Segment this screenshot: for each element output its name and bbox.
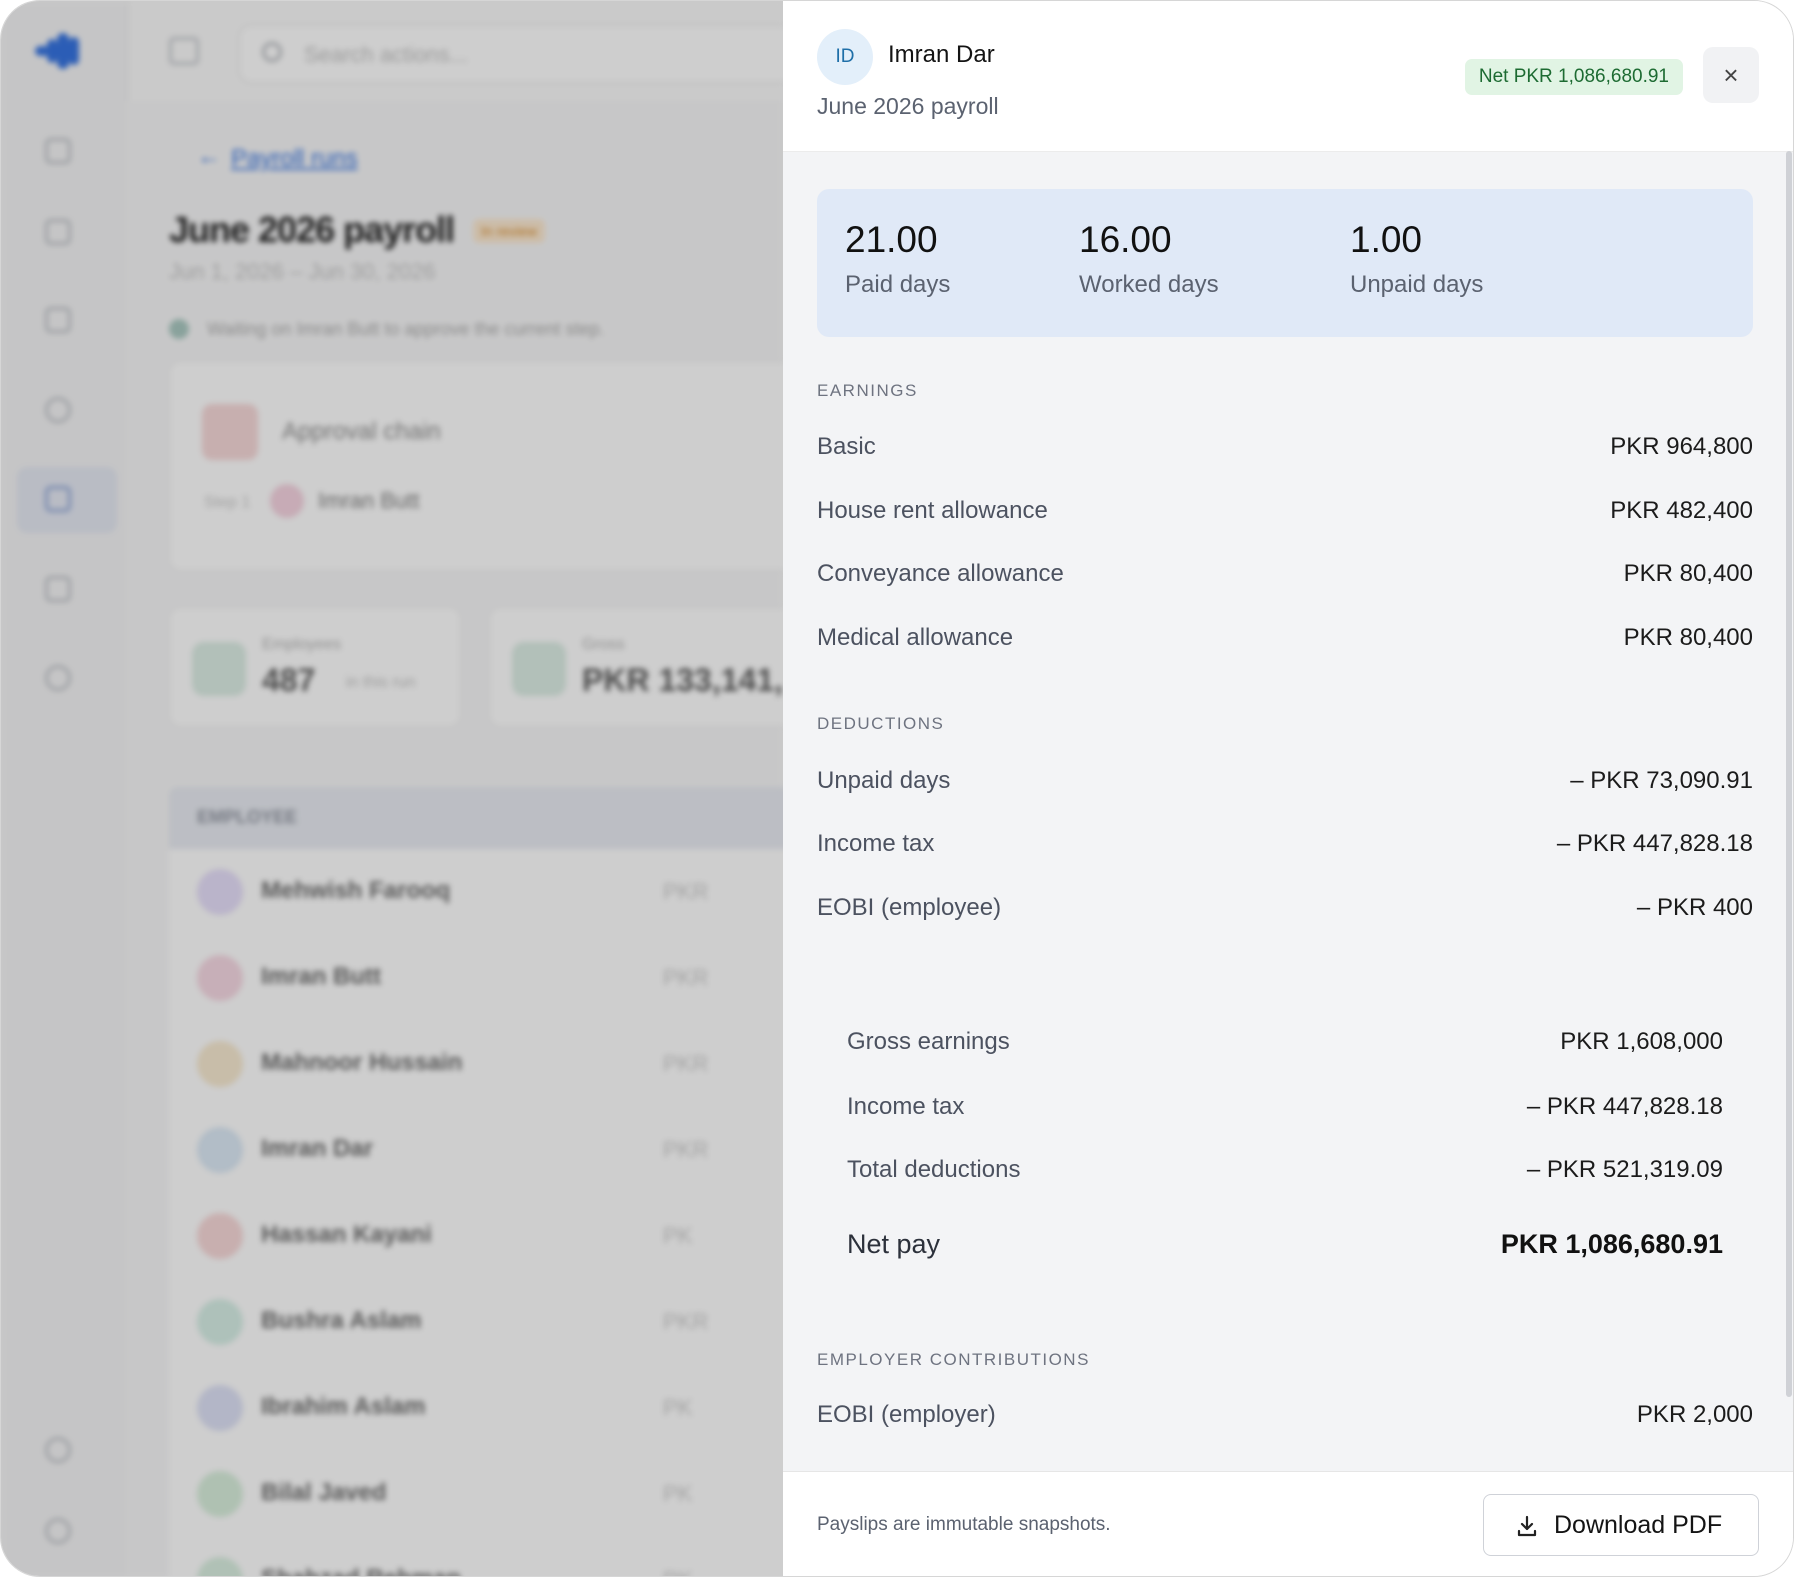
net-pay-amount: PKR 1,086,680.91 — [1500, 1229, 1723, 1259]
download-pdf-label: Download PDF — [1554, 1511, 1723, 1539]
net-pay-line: Net pay PKR 1,086,680.91 — [847, 1229, 1723, 1269]
worked-days-label: Worked days — [1079, 271, 1219, 298]
employer-contributions-heading: EMPLOYER CONTRIBUTIONS — [817, 1350, 1090, 1369]
earning-line: Basic PKR 964,800 — [817, 433, 1753, 473]
worked-days: 16.00 Worked days — [1079, 219, 1219, 299]
download-icon — [1517, 1515, 1537, 1537]
line-amount: – PKR 400 — [1636, 894, 1753, 921]
line-amount: PKR 80,400 — [1623, 560, 1753, 587]
summary-line: Gross earnings PKR 1,608,000 — [847, 1028, 1723, 1068]
summary-label: Gross earnings — [847, 1028, 1010, 1055]
scrollbar[interactable] — [1786, 151, 1792, 1397]
worked-days-value: 16.00 — [1079, 219, 1172, 260]
earnings-heading: EARNINGS — [817, 381, 918, 400]
close-icon: × — [1723, 60, 1739, 90]
close-button[interactable]: × — [1703, 47, 1759, 103]
summary-label: Total deductions — [847, 1156, 1021, 1183]
employee-name: Imran Dar — [888, 41, 995, 68]
deduction-line: EOBI (employee) – PKR 400 — [817, 894, 1753, 934]
download-pdf-button[interactable]: Download PDF — [1483, 1494, 1759, 1556]
summary-amount: – PKR 447,828.18 — [1526, 1093, 1723, 1120]
paid-days: 21.00 Paid days — [845, 219, 950, 299]
line-amount: – PKR 73,090.91 — [1570, 767, 1753, 794]
modal-overlay[interactable] — [1, 1, 783, 1576]
line-label: EOBI (employee) — [817, 894, 1002, 921]
footer-note: Payslips are immutable snapshots. — [817, 1514, 1111, 1535]
summary-line: Income tax – PKR 447,828.18 — [847, 1093, 1723, 1133]
deduction-line: Unpaid days – PKR 73,090.91 — [817, 767, 1753, 807]
earning-line: Medical allowance PKR 80,400 — [817, 624, 1753, 664]
payslip-drawer: ID Imran Dar June 2026 payroll Net PKR 1… — [783, 1, 1793, 1576]
line-amount: PKR 80,400 — [1623, 624, 1753, 651]
deductions-heading: DEDUCTIONS — [817, 714, 945, 733]
summary-amount: PKR 1,608,000 — [1560, 1028, 1723, 1055]
payroll-subtitle: June 2026 payroll — [817, 93, 999, 119]
drawer-header: ID Imran Dar June 2026 payroll Net PKR 1… — [783, 1, 1793, 152]
line-amount: PKR 964,800 — [1610, 433, 1753, 460]
line-amount: PKR 482,400 — [1610, 497, 1753, 524]
line-amount: – PKR 447,828.18 — [1556, 830, 1753, 857]
days-summary: 21.00 Paid days 16.00 Worked days 1.00 U… — [817, 189, 1753, 337]
earning-line: House rent allowance PKR 482,400 — [817, 497, 1753, 537]
line-label: House rent allowance — [817, 497, 1048, 524]
line-label: Unpaid days — [817, 767, 951, 794]
line-amount: PKR 2,000 — [1636, 1401, 1753, 1428]
line-label: Basic — [817, 433, 876, 460]
line-label: EOBI (employer) — [817, 1401, 996, 1428]
line-label: Conveyance allowance — [817, 560, 1064, 587]
summary-amount: – PKR 521,319.09 — [1526, 1156, 1723, 1183]
paid-days-value: 21.00 — [845, 219, 938, 260]
drawer-footer: Payslips are immutable snapshots. Downlo… — [783, 1471, 1793, 1576]
avatar: ID — [817, 29, 873, 85]
unpaid-days-label: Unpaid days — [1350, 271, 1484, 298]
employer-line: EOBI (employer) PKR 2,000 — [817, 1401, 1753, 1441]
earning-line: Conveyance allowance PKR 80,400 — [817, 560, 1753, 600]
window-frame: Search actions... ← Payroll runs June 20… — [0, 0, 1794, 1577]
line-label: Medical allowance — [817, 624, 1014, 651]
net-pay-badge: Net PKR 1,086,680.91 — [1464, 59, 1683, 95]
deduction-line: Income tax – PKR 447,828.18 — [817, 830, 1753, 870]
unpaid-days-value: 1.00 — [1350, 219, 1423, 260]
line-label: Income tax — [817, 830, 935, 857]
net-pay-label: Net pay — [847, 1229, 941, 1259]
paid-days-label: Paid days — [845, 271, 951, 298]
summary-label: Income tax — [847, 1093, 965, 1120]
unpaid-days: 1.00 Unpaid days — [1350, 219, 1483, 299]
summary-line: Total deductions – PKR 521,319.09 — [847, 1156, 1723, 1196]
